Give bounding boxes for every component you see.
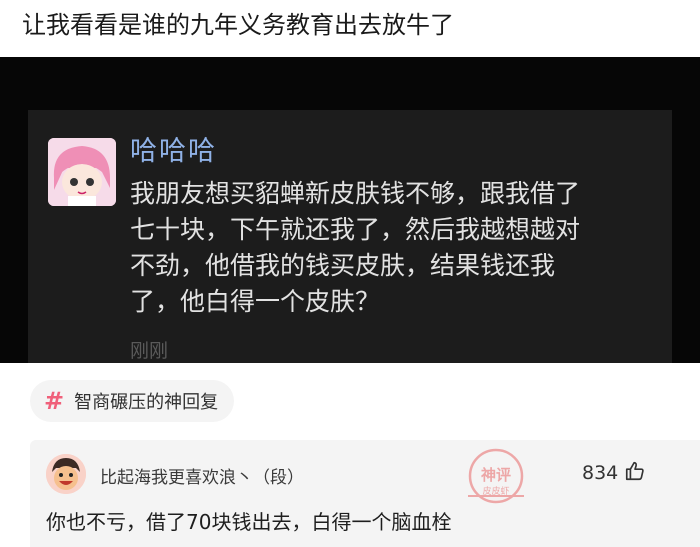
chat-card: 哈哈哈 我朋友想买貂蝉新皮肤钱不够，跟我借了 七十块，下午就还我了，然后我越想越… [28,110,672,363]
comment-text: 你也不亏，借了70块钱出去，白得一个脑血栓 [46,510,452,534]
anime-avatar [48,138,116,206]
comment-username[interactable]: 比起海我更喜欢浪丶（段） [100,463,304,488]
god-comment-stamp: 神评 皮皮虾 [438,446,554,506]
hash-icon: # [44,387,65,415]
like-button[interactable]: 834 [582,460,646,486]
thumbs-up-icon [624,460,646,486]
sender-name: 哈哈哈 [130,136,217,167]
post-headline: 让我看看是谁的九年义务教育出去放牛了 [22,11,454,39]
message-time: 刚刚 [130,340,169,362]
message-line: 不劲，他借我的钱买皮肤，结果钱还我 [130,251,556,280]
message-line: 七十块，下午就还我了，然后我越想越对 [130,215,581,244]
screenshot-image: 哈哈哈 我朋友想买貂蝉新皮肤钱不够，跟我借了 七十块，下午就还我了，然后我越想越… [0,57,700,363]
top-comment: 比起海我更喜欢浪丶（段） 神评 皮皮虾 834 你也不亏，借了70块钱出去，白得… [30,440,700,547]
like-count: 834 [582,462,619,484]
message-line: 我朋友想买貂蝉新皮肤钱不够，跟我借了 [130,179,581,208]
stamp-text: 神评 [481,466,511,484]
topic-tag[interactable]: # 智商碾压的神回复 [30,380,235,422]
avatar[interactable] [46,454,86,494]
message-text: 我朋友想买貂蝉新皮肤钱不够，跟我借了 七十块，下午就还我了，然后我越想越对 不劲… [130,176,656,320]
topic-label: 智商碾压的神回复 [74,392,219,413]
message-line: 了，他白得一个皮肤？ [130,287,381,316]
stamp-subtext: 皮皮虾 [482,485,509,497]
